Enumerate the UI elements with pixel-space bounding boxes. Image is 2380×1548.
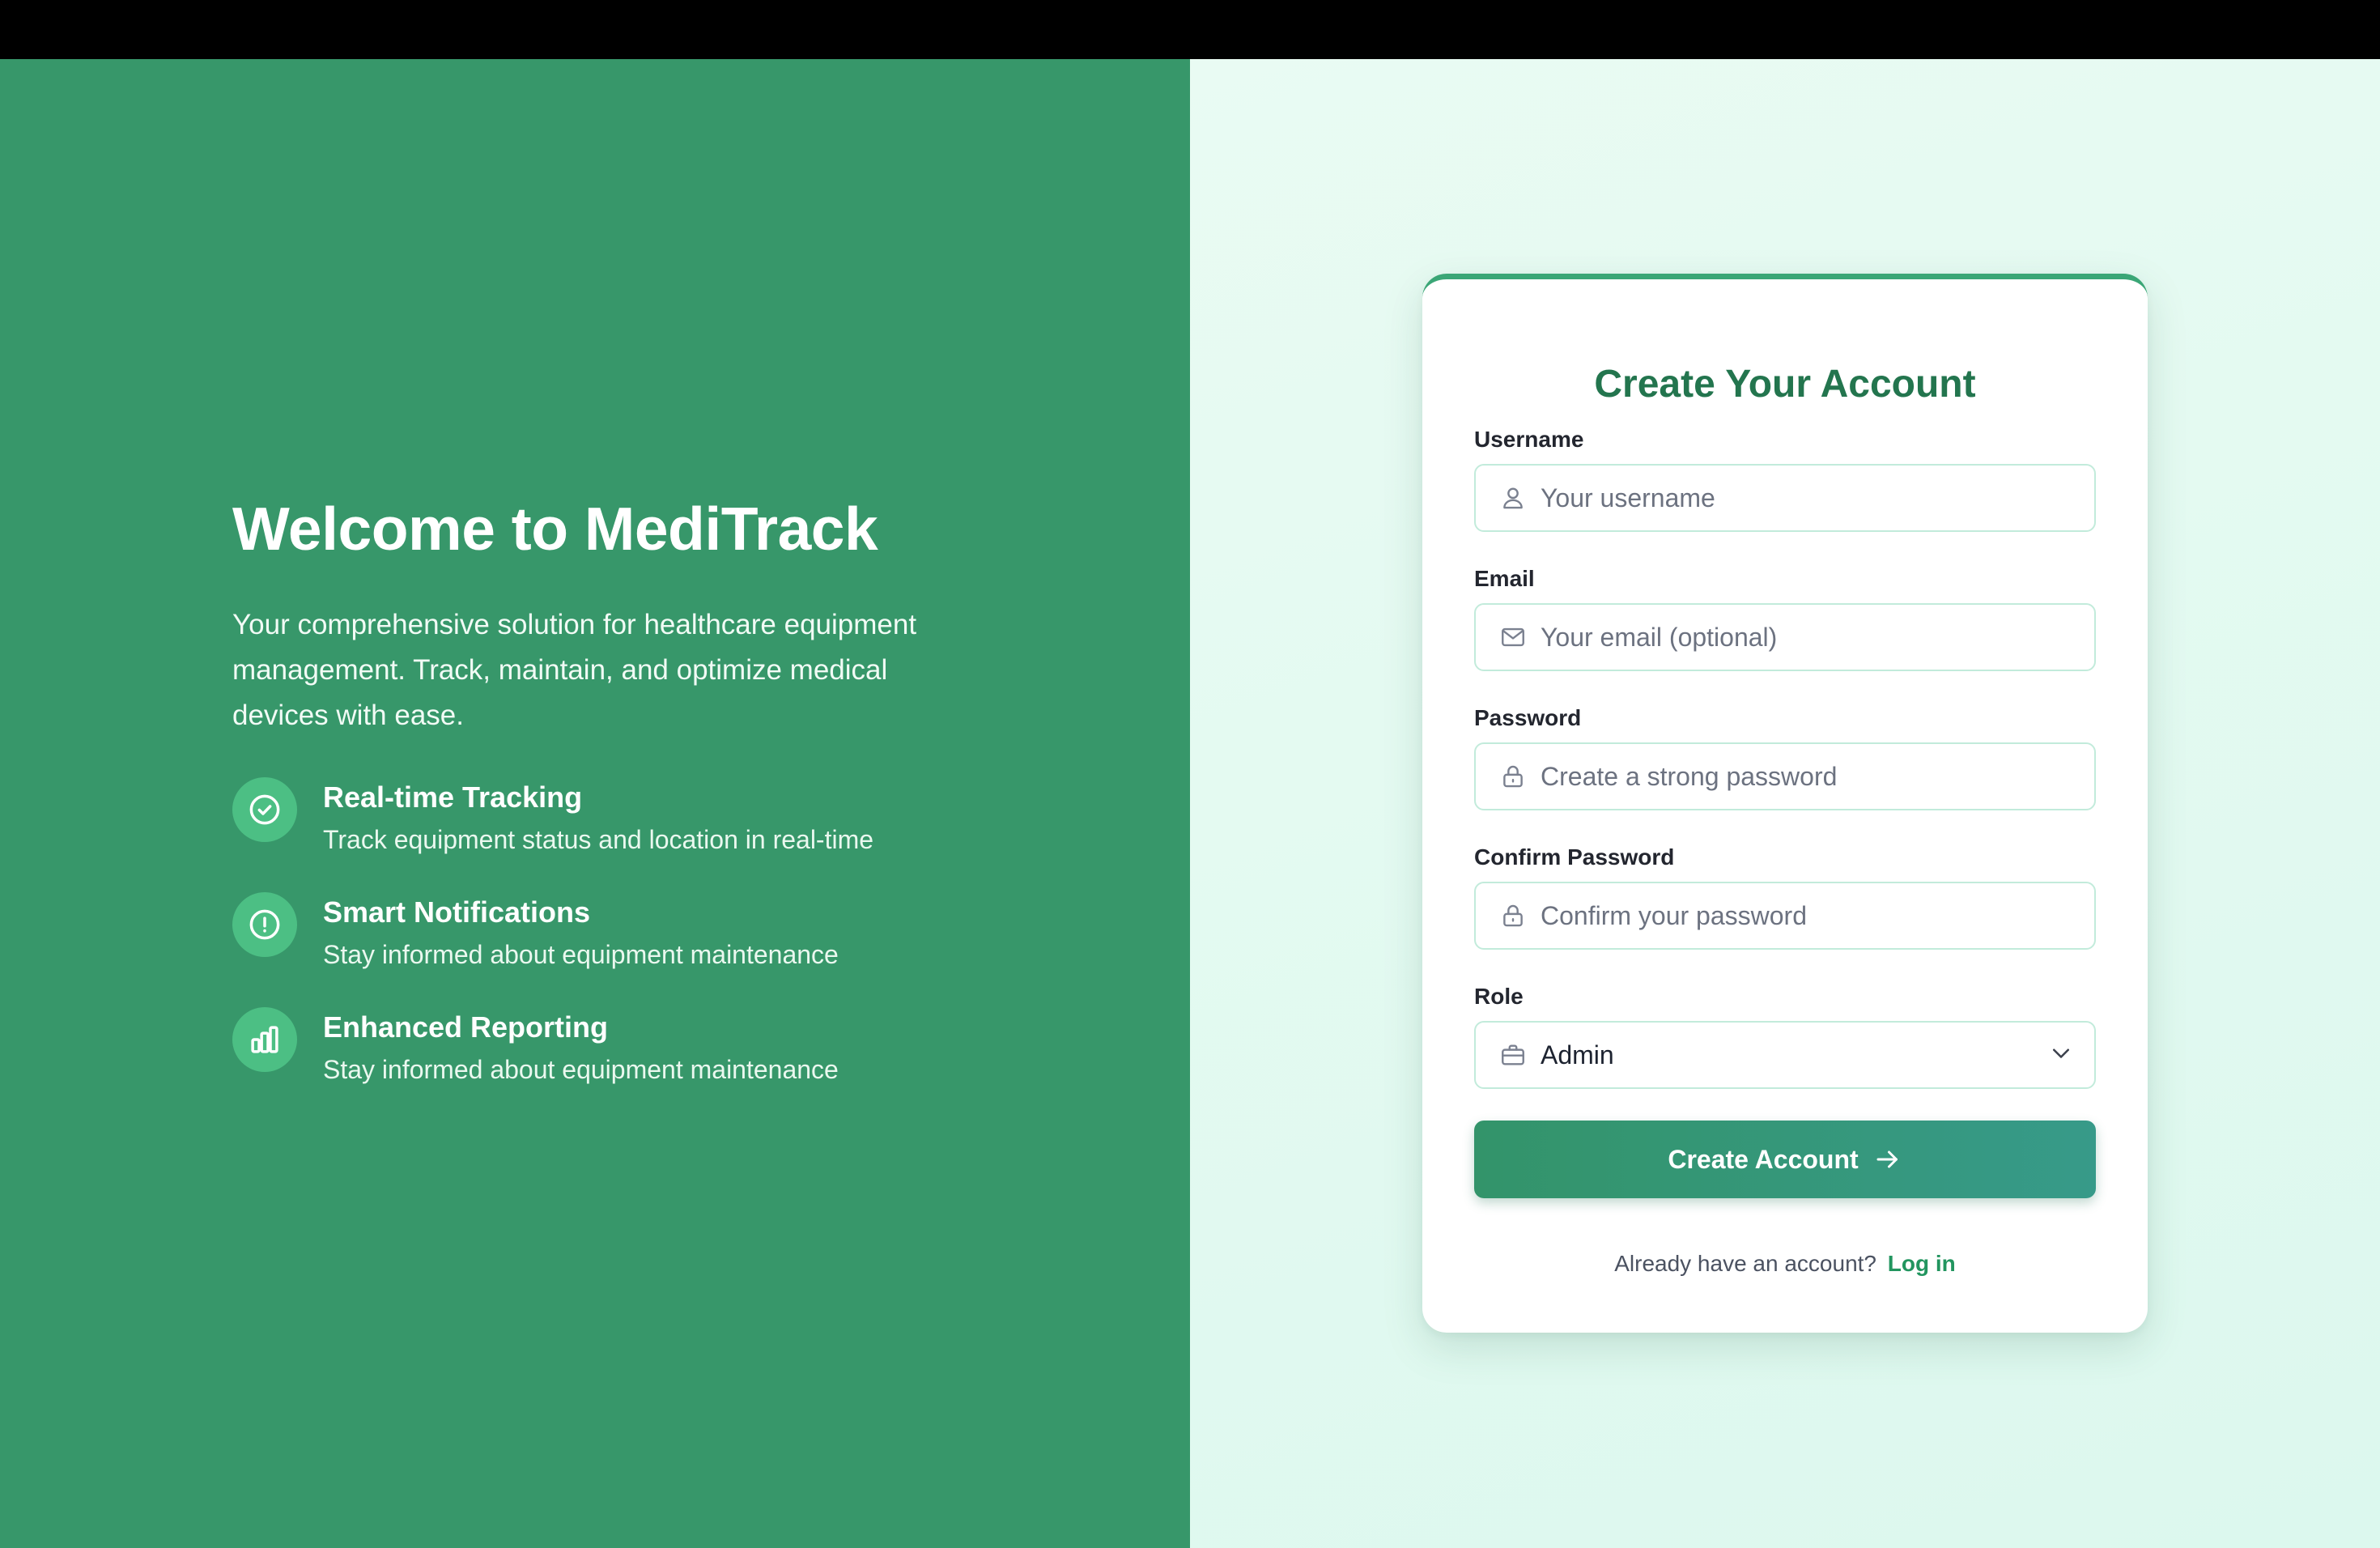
feature-item-reporting: Enhanced Reporting Stay informed about e… bbox=[232, 1007, 977, 1090]
hero-panel: Welcome to MediTrack Your comprehensive … bbox=[0, 59, 1190, 1548]
email-field-group: Email bbox=[1474, 564, 2096, 671]
login-prompt-text: Already have an account? bbox=[1614, 1251, 1876, 1276]
lock-icon bbox=[1498, 762, 1528, 791]
username-field-group: Username bbox=[1474, 425, 2096, 532]
login-prompt: Already have an account? Log in bbox=[1422, 1249, 2148, 1278]
feature-title: Real-time Tracking bbox=[323, 780, 583, 814]
feature-title: Enhanced Reporting bbox=[323, 1010, 609, 1044]
hero-content: Welcome to MediTrack Your comprehensive … bbox=[232, 492, 977, 1122]
confirm-password-field-group: Confirm Password bbox=[1474, 843, 2096, 950]
confirm-password-label: Confirm Password bbox=[1474, 844, 1675, 870]
hero-title: Welcome to MediTrack bbox=[232, 495, 878, 563]
form-title: Create Your Account bbox=[1594, 363, 1976, 406]
bar-chart-icon bbox=[232, 1007, 297, 1072]
create-account-label: Create Account bbox=[1668, 1144, 1859, 1174]
feature-item-notifications: Smart Notifications Stay informed about … bbox=[232, 892, 977, 975]
login-link[interactable]: Log in bbox=[1888, 1251, 1956, 1276]
hero-description: Your comprehensive solution for healthca… bbox=[232, 609, 917, 731]
username-input[interactable] bbox=[1476, 466, 2094, 530]
chevron-down-icon bbox=[2049, 1041, 2073, 1070]
username-label: Username bbox=[1474, 427, 1584, 452]
confirm-password-input[interactable] bbox=[1476, 883, 2094, 948]
mail-icon bbox=[1498, 623, 1528, 652]
password-label: Password bbox=[1474, 705, 1582, 730]
feature-description: Stay informed about equipment maintenanc… bbox=[323, 1055, 839, 1084]
feature-description: Stay informed about equipment maintenanc… bbox=[323, 940, 839, 969]
feature-list: Real-time Tracking Track equipment statu… bbox=[232, 777, 977, 1090]
feature-item-tracking: Real-time Tracking Track equipment statu… bbox=[232, 777, 977, 860]
role-label: Role bbox=[1474, 984, 1524, 1009]
password-field-group: Password bbox=[1474, 704, 2096, 810]
create-account-button[interactable]: Create Account bbox=[1474, 1121, 2096, 1198]
feature-title: Smart Notifications bbox=[323, 895, 591, 929]
alert-circle-icon bbox=[232, 892, 297, 957]
top-bar bbox=[0, 0, 2380, 59]
role-selected-value: Admin bbox=[1541, 1040, 1614, 1070]
signup-card: Create Your Account Username Email Passw… bbox=[1422, 274, 2148, 1333]
password-input[interactable] bbox=[1476, 744, 2094, 809]
feature-description: Track equipment status and location in r… bbox=[323, 825, 874, 854]
email-input[interactable] bbox=[1476, 605, 2094, 670]
role-field-group: Role Admin bbox=[1474, 982, 2096, 1089]
arrow-right-icon bbox=[1873, 1145, 1902, 1174]
role-select[interactable]: Admin bbox=[1474, 1021, 2096, 1089]
lock-icon bbox=[1498, 901, 1528, 930]
user-icon bbox=[1498, 483, 1528, 512]
briefcase-icon bbox=[1498, 1040, 1528, 1070]
email-label: Email bbox=[1474, 566, 1535, 591]
check-circle-icon bbox=[232, 777, 297, 842]
